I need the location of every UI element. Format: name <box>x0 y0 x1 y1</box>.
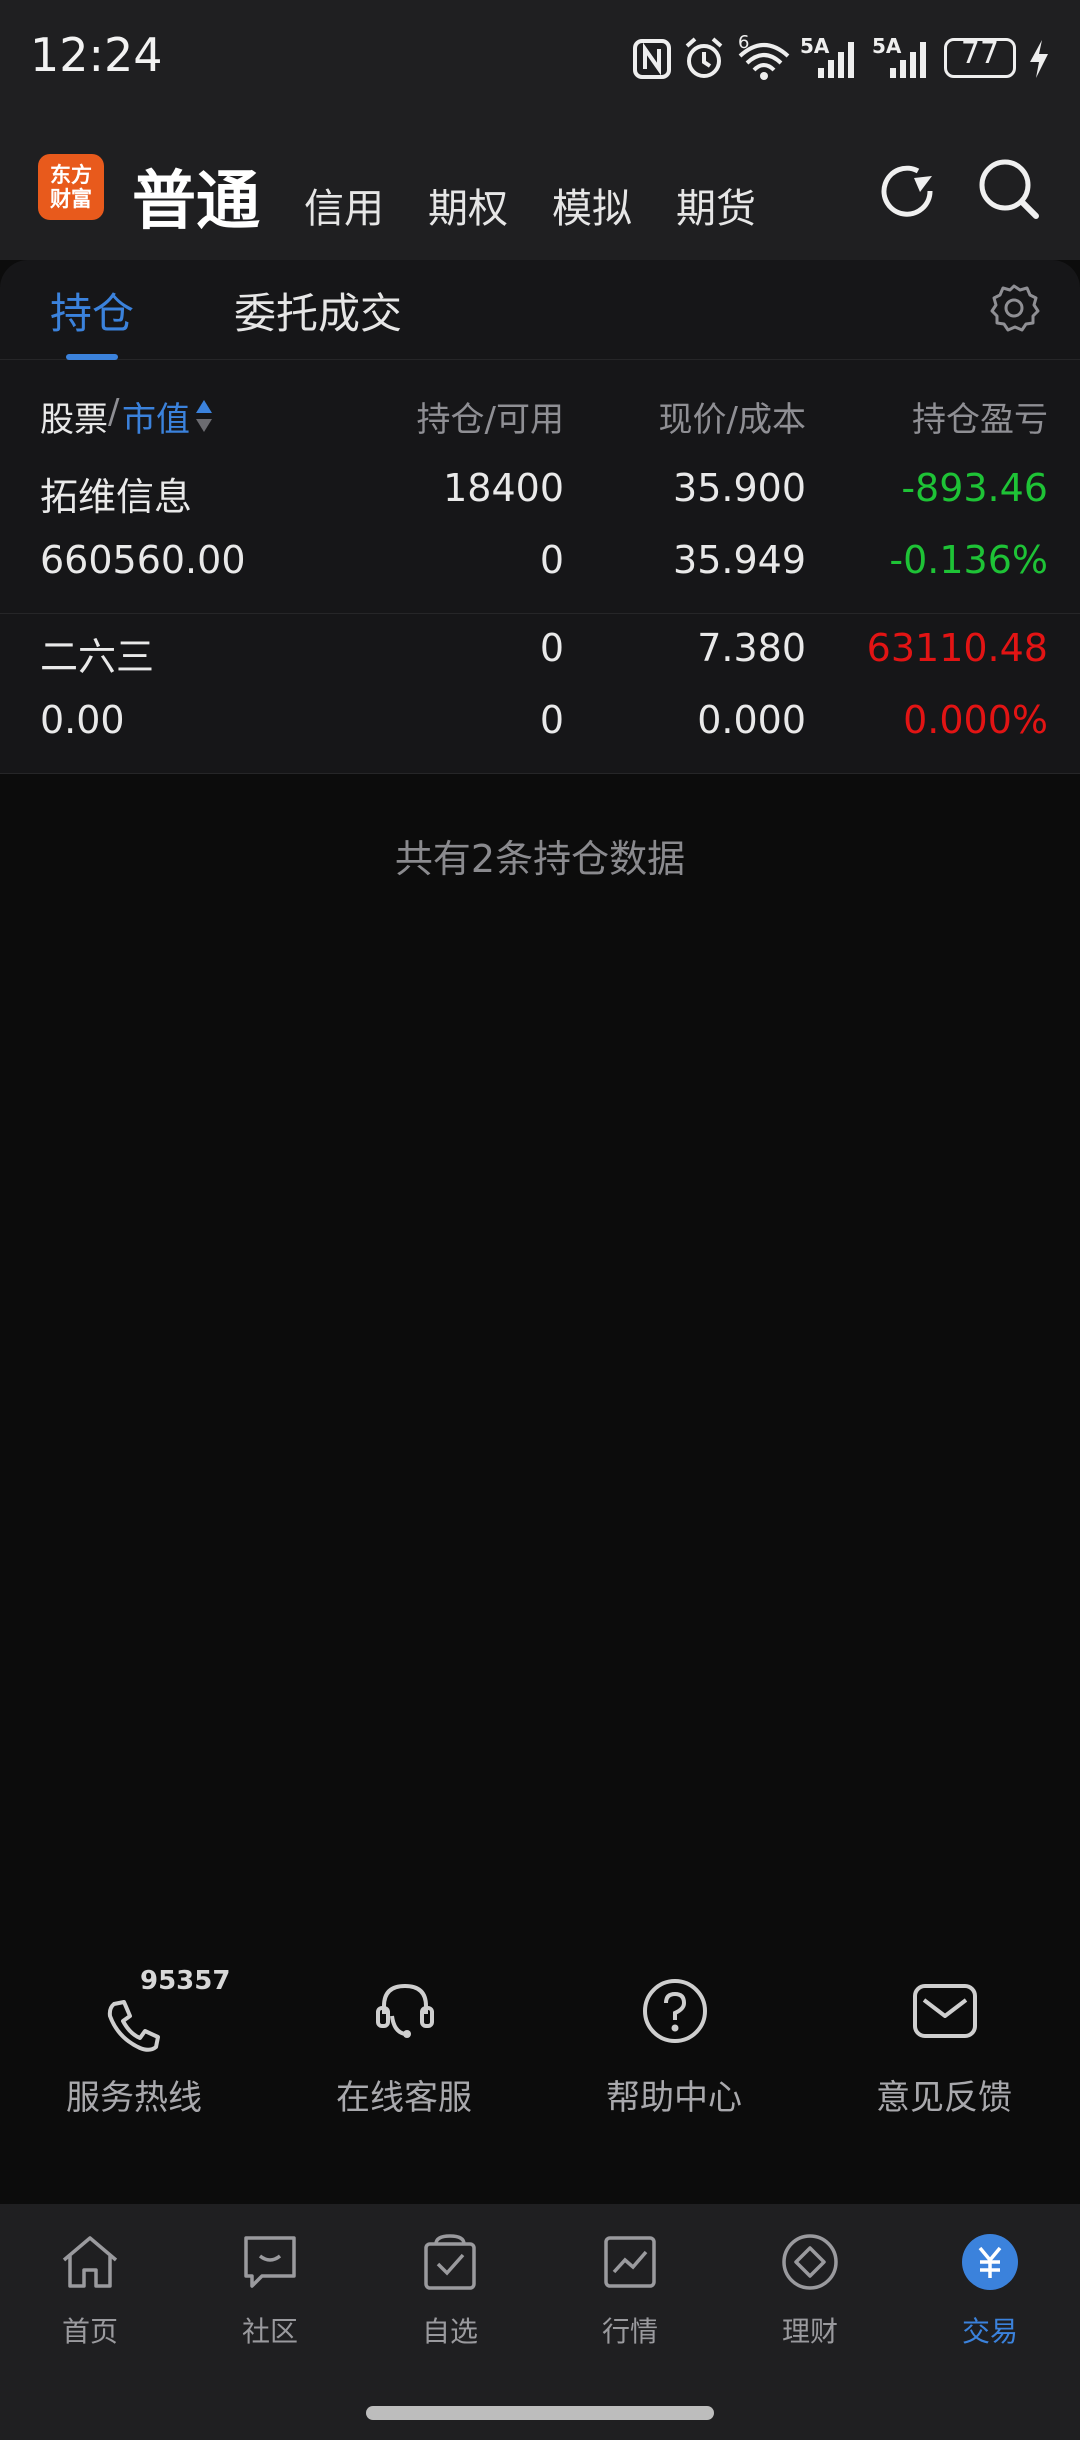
help-center-button[interactable]: 帮助中心 <box>574 1970 774 2130</box>
col-slash: / <box>108 392 120 432</box>
market-value: 0.00 <box>40 698 125 742</box>
online-service-label: 在线客服 <box>336 2078 472 2118</box>
home-icon <box>62 2236 118 2288</box>
service-hotline-button[interactable]: 95357 服务热线 <box>34 1966 234 2130</box>
tab-normal[interactable]: 普通 <box>132 150 260 242</box>
top-header: 东方 财富 普通 信用 期权 模拟 期货 <box>0 120 1080 260</box>
current-price: 35.900 <box>673 466 806 510</box>
signal-icon-2 <box>890 42 926 78</box>
sort-icon[interactable] <box>194 398 214 434</box>
nav-community[interactable]: 社区 <box>180 2230 360 2350</box>
online-service-button[interactable]: 在线客服 <box>304 1970 504 2130</box>
cost-price: 0.000 <box>697 698 806 742</box>
tab-orders-trades[interactable]: 委托成交 <box>234 280 402 341</box>
pnl-amount: 63110.48 <box>866 626 1048 670</box>
col-stock: 股票 <box>40 400 108 440</box>
hotline-number: 95357 <box>140 1966 231 1996</box>
position: 0 <box>539 626 564 670</box>
col-price: 现价/成本 <box>658 400 806 440</box>
tab-options[interactable]: 期权 <box>428 176 508 234</box>
table-row[interactable]: 拓维信息 660560.00 18400 0 35.900 35.949 -89… <box>0 454 1080 614</box>
col-pnl: 持仓盈亏 <box>912 400 1048 440</box>
nav-home[interactable]: 首页 <box>0 2230 180 2350</box>
tab-futures[interactable]: 期货 <box>676 176 756 234</box>
market-icon <box>604 2236 656 2288</box>
nfc-icon <box>633 39 671 79</box>
wifi-tag: 6 <box>738 32 750 53</box>
pnl-percent: 0.000% <box>903 698 1048 742</box>
market-value: 660560.00 <box>40 538 246 582</box>
community-icon <box>244 2236 296 2288</box>
tab-holdings[interactable]: 持仓 <box>50 280 134 341</box>
alarm-icon <box>685 37 723 78</box>
wealth-icon <box>782 2234 838 2290</box>
feedback-label: 意见反馈 <box>876 2078 1012 2118</box>
search-icon[interactable] <box>974 154 1044 224</box>
headset-icon <box>376 1983 434 2038</box>
available: 0 <box>539 538 564 582</box>
tab-simulation[interactable]: 模拟 <box>552 176 632 234</box>
watchlist-icon <box>424 2234 476 2290</box>
nav-wealth[interactable]: 理财 <box>720 2230 900 2350</box>
help-center-label: 帮助中心 <box>606 2078 742 2118</box>
battery-level: 77 <box>960 36 1000 71</box>
pnl-percent: -0.136% <box>889 538 1048 582</box>
feedback-button[interactable]: 意见反馈 <box>844 1970 1044 2130</box>
nav-watchlist[interactable]: 自选 <box>360 2230 540 2350</box>
current-price: 7.380 <box>697 626 806 670</box>
signal-icon-1 <box>818 42 854 78</box>
gear-icon[interactable] <box>988 282 1040 334</box>
app-logo: 东方 财富 <box>38 154 104 220</box>
help-icon <box>643 1979 707 2043</box>
tab-credit[interactable]: 信用 <box>304 176 384 234</box>
available: 0 <box>539 698 564 742</box>
table-row[interactable]: 二六三 0.00 0 0 7.380 0.000 63110.48 0.000% <box>0 614 1080 774</box>
trade-icon <box>962 2234 1018 2290</box>
col-market-value-sort[interactable]: 市值 <box>122 392 190 441</box>
stock-name: 二六三 <box>40 635 155 679</box>
nav-market[interactable]: 行情 <box>540 2230 720 2350</box>
phone-icon <box>107 2000 160 2052</box>
nav-trade[interactable]: 交易 <box>900 2230 1080 2350</box>
holdings-count-text: 共有2条持仓数据 <box>394 837 686 881</box>
refresh-icon[interactable] <box>872 156 942 226</box>
status-bar: 12:24 6 5A 5A 77 <box>0 0 1080 120</box>
bottom-nav: 首页 社区 自选 行情 理财 交易 <box>0 2204 1080 2440</box>
charging-icon <box>1030 40 1048 78</box>
status-time: 12:24 <box>30 28 163 82</box>
table-header: 股票 / 市值 持仓/可用 现价/成本 持仓盈亏 <box>0 360 1080 460</box>
pnl-amount: -893.46 <box>901 466 1048 510</box>
position: 18400 <box>443 466 564 510</box>
col-position: 持仓/可用 <box>416 400 564 440</box>
stock-name: 拓维信息 <box>40 475 193 519</box>
cost-price: 35.949 <box>673 538 806 582</box>
service-hotline-label: 服务热线 <box>66 2078 202 2118</box>
holdings-table: 股票 / 市值 持仓/可用 现价/成本 持仓盈亏 拓维信息 660560.00 … <box>0 360 1080 774</box>
home-indicator[interactable] <box>366 2406 714 2420</box>
holdings-tab-bar: 持仓 委托成交 <box>0 260 1080 360</box>
mail-icon <box>913 1984 977 2038</box>
